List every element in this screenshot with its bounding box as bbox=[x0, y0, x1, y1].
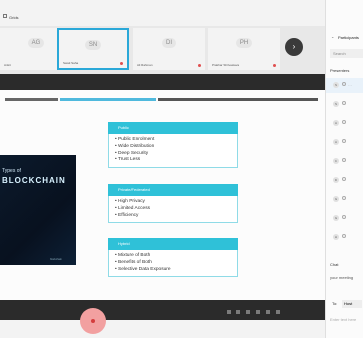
participants-panel: ⌄ Participants Search Presenters S … S A… bbox=[325, 0, 363, 338]
participant-initials: SN bbox=[84, 40, 102, 50]
group-item: • High Privacy bbox=[115, 199, 145, 204]
select-icon bbox=[342, 177, 346, 181]
recipient-select[interactable]: Host bbox=[342, 300, 362, 308]
participant-row[interactable]: C bbox=[326, 154, 363, 169]
grid-icon[interactable] bbox=[3, 14, 7, 18]
group-item: • Efficiency bbox=[115, 212, 139, 218]
avatar: D bbox=[333, 177, 339, 183]
participant-row[interactable]: G bbox=[326, 192, 363, 207]
zoom-icon[interactable] bbox=[246, 310, 250, 314]
group-item: • Trust Less bbox=[115, 157, 141, 163]
select-icon bbox=[342, 120, 346, 124]
panel-title: Participants bbox=[338, 35, 359, 40]
avatar: S bbox=[333, 82, 339, 88]
next-icon[interactable] bbox=[236, 310, 240, 314]
previous-icon[interactable] bbox=[227, 310, 231, 314]
meeting-topbar bbox=[0, 0, 325, 26]
participant-row[interactable]: S … bbox=[326, 78, 363, 93]
group-item: • Wide Distribution bbox=[115, 143, 155, 149]
participant-tile-active[interactable]: SN Swati Saha bbox=[57, 28, 129, 70]
participant-name: Ali Rahman bbox=[137, 63, 153, 67]
collapse-icon[interactable]: ⌄ bbox=[331, 34, 334, 39]
slide-divider bbox=[158, 98, 318, 101]
fullscreen-icon[interactable] bbox=[256, 310, 260, 314]
participants-section: Presenters bbox=[330, 68, 350, 73]
avatar: G bbox=[333, 196, 339, 202]
participant-initials: DI bbox=[162, 38, 176, 48]
participant-row[interactable]: D bbox=[326, 173, 363, 188]
record-icon bbox=[91, 319, 95, 323]
select-icon bbox=[342, 82, 346, 86]
select-icon bbox=[342, 158, 346, 162]
select-icon bbox=[342, 139, 346, 143]
group-title: Private/Federated bbox=[108, 184, 238, 196]
avatar: C bbox=[333, 158, 339, 164]
slide-group-hybrid: Hybrid • Mixture of Both • Benefits of B… bbox=[108, 238, 238, 278]
participant-row[interactable]: H bbox=[326, 230, 363, 245]
participant-row[interactable]: A bbox=[326, 135, 363, 150]
avatar: H bbox=[333, 234, 339, 240]
chat-input[interactable]: Enter text here bbox=[330, 317, 356, 322]
participant-initials: PH bbox=[235, 38, 253, 48]
chevron-right-icon[interactable]: › bbox=[285, 38, 303, 56]
participant-name: Swati Saha bbox=[63, 61, 79, 65]
avatar: G bbox=[333, 215, 339, 221]
group-title: Public bbox=[108, 122, 238, 134]
chat-title: Chat bbox=[330, 262, 339, 267]
meeting-footer bbox=[0, 320, 325, 338]
participant-name: Prakhar Shrivastava bbox=[212, 63, 240, 67]
more-icon[interactable]: … bbox=[348, 82, 352, 87]
participant-row[interactable]: A bbox=[326, 116, 363, 131]
participant-row[interactable]: G bbox=[326, 211, 363, 226]
view-mode-label[interactable]: Grids bbox=[9, 15, 19, 20]
select-icon bbox=[342, 234, 346, 238]
slide-group-public: Public • Public Enrolment • Wide Distrib… bbox=[108, 122, 238, 169]
select-icon bbox=[342, 196, 346, 200]
settings-icon[interactable] bbox=[266, 310, 270, 314]
group-item: • Limited Access bbox=[115, 205, 151, 211]
participant-name: Ankit bbox=[4, 63, 11, 67]
cover-credit: blockchain bbox=[50, 258, 62, 261]
participant-row[interactable]: S bbox=[326, 97, 363, 112]
more-icon[interactable] bbox=[276, 310, 280, 314]
slide-divider-accent bbox=[60, 98, 156, 101]
cover-title-big: BLOCKCHAIN bbox=[2, 176, 66, 185]
participant-tile[interactable]: DI Ali Rahman bbox=[133, 28, 205, 70]
avatar: A bbox=[333, 139, 339, 145]
avatar: A bbox=[333, 120, 339, 126]
slide-divider bbox=[5, 98, 58, 101]
group-title: Hybrid bbox=[108, 238, 238, 250]
group-item: • Benefits of Both bbox=[115, 259, 152, 265]
chat-note: your meeting bbox=[330, 275, 354, 280]
participant-tile[interactable]: PH Prakhar Shrivastava bbox=[208, 28, 280, 70]
to-label: To: bbox=[332, 301, 338, 306]
participant-initials: AG bbox=[27, 38, 45, 48]
avatar: S bbox=[333, 101, 339, 107]
slide-group-private: Private/Federated • High Privacy • Limit… bbox=[108, 184, 238, 224]
group-item: • Public Enrolment bbox=[115, 137, 155, 142]
group-item: • Selective Data Exposure bbox=[115, 266, 171, 272]
participant-search-input[interactable]: Search bbox=[330, 49, 363, 58]
share-header bbox=[0, 74, 325, 90]
mic-muted-icon bbox=[198, 64, 201, 67]
group-item: • Mixture of Both bbox=[115, 253, 151, 258]
mic-muted-icon bbox=[120, 62, 123, 65]
cover-title-small: Types of bbox=[2, 168, 21, 174]
select-icon bbox=[342, 101, 346, 105]
mic-muted-icon bbox=[273, 64, 276, 67]
select-icon bbox=[342, 215, 346, 219]
